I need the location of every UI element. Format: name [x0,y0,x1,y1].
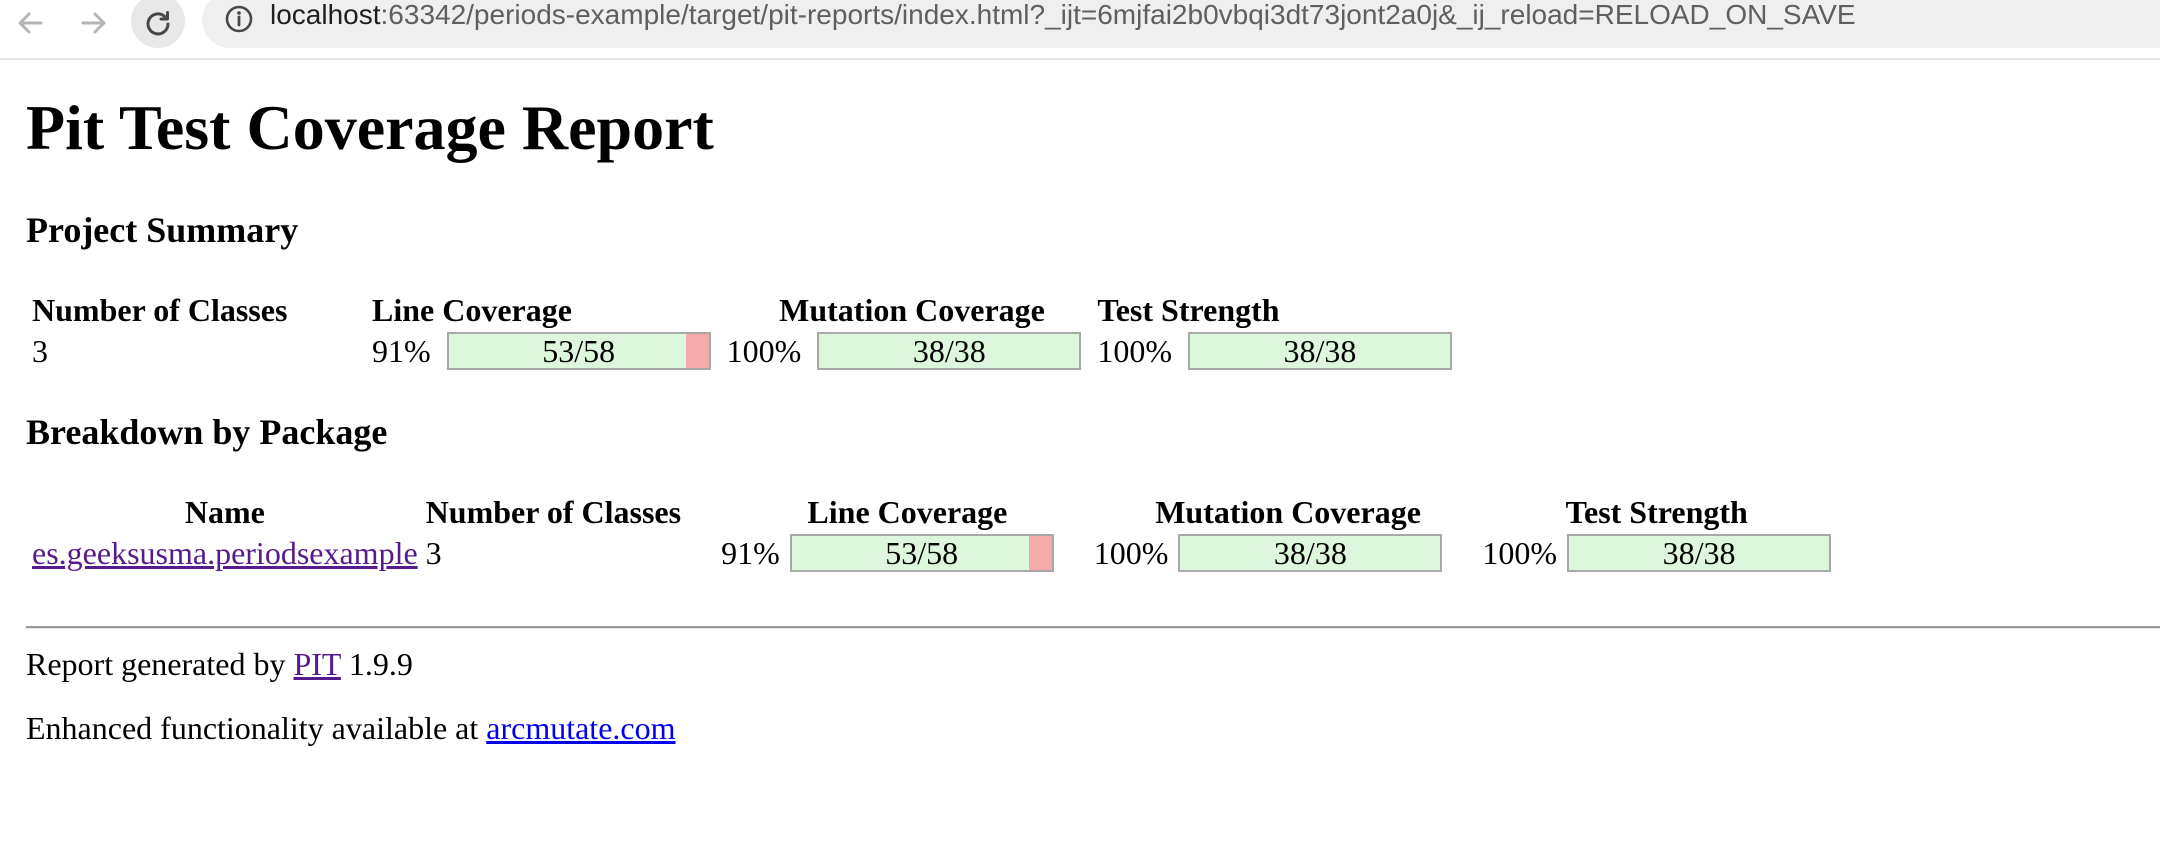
url-text[interactable]: localhost:63342/periods-example/target/p… [270,0,1856,30]
package-line-pct: 91% [721,534,780,571]
pit-link[interactable]: PIT [293,646,340,682]
header-number-of-classes: Number of Classes [425,493,682,530]
mutation-coverage-bar: 38/38 [817,332,1082,370]
project-summary-heading: Project Summary [26,210,299,250]
header-test-strength: Test Strength [1097,291,1280,328]
url-path: :63342/periods-example/target/pit-report… [380,0,1856,30]
info-icon[interactable] [224,4,254,34]
arrow-left-icon [18,12,43,34]
package-mutation-bar: 38/38 [1178,534,1482,572]
table-row: es.geeksusma.periodsexample 3 91% 53/58 … [32,534,1832,572]
url-host: localhost [270,0,381,30]
summary-strength-bar: 38/38 [1187,332,1452,370]
forward-button[interactable] [68,2,120,44]
header-mutation-coverage: Mutation Coverage [779,291,1045,328]
test-strength-bar: 38/38 [1187,332,1452,370]
summary-classes-count: 3 [32,332,48,369]
header-number-of-classes: Number of Classes [32,291,288,328]
address-bar[interactable]: localhost:63342/periods-example/target/p… [202,0,2160,48]
package-mutation-pct: 100% [1093,534,1169,571]
breakdown-table: Name Number of Classes Line Coverage Mut… [32,490,1832,572]
summary-line-bar: 53/58 [446,332,727,370]
header-line-coverage: Line Coverage [372,291,572,328]
header-test-strength: Test Strength [1565,493,1748,530]
divider [26,626,2160,629]
arrow-right-icon [81,12,106,34]
line-coverage-bar: 53/58 [446,332,711,370]
summary-row: 3 91% 53/58 100% 38/38 100% 38/38 [32,332,1452,370]
package-strength-bar: 38/38 [1567,534,1832,572]
page-title: Pit Test Coverage Report [26,92,714,163]
package-classes-count: 3 [425,534,442,571]
report-generated-line: Report generated by PIT 1.9.9 [26,648,413,680]
reload-button[interactable] [131,0,185,48]
breakdown-heading: Breakdown by Package [26,412,388,452]
project-summary-table: Number of Classes Line Coverage Mutation… [32,288,1452,370]
line-coverage-label: 53/58 [542,333,616,369]
summary-mutation-bar: 38/38 [817,332,1097,370]
header-line-coverage: Line Coverage [807,493,1008,530]
mutation-coverage-bar: 38/38 [1178,534,1443,572]
header-name: Name [184,493,265,530]
test-strength-label: 38/38 [1283,333,1357,369]
test-strength-label: 38/38 [1662,535,1736,571]
enhanced-functionality-line: Enhanced functionality available at arcm… [26,712,675,744]
generated-prefix: Report generated by [26,646,286,682]
reload-icon [146,11,170,36]
summary-line-pct: 91% [372,332,431,369]
line-coverage-bar: 53/58 [789,534,1054,572]
package-name-cell: es.geeksusma.periodsexample [32,534,418,572]
test-strength-bar: 38/38 [1567,534,1832,572]
back-button[interactable] [4,2,56,44]
pit-version: 1.9.9 [348,646,413,682]
mutation-coverage-label: 38/38 [1273,535,1347,571]
package-line-bar: 53/58 [789,534,1094,572]
header-mutation-coverage: Mutation Coverage [1155,493,1421,530]
package-strength-pct: 100% [1482,534,1558,571]
summary-mutation-pct: 100% [726,332,802,369]
enhanced-prefix: Enhanced functionality available at [26,710,479,746]
mutation-coverage-label: 38/38 [912,333,986,369]
package-link[interactable]: es.geeksusma.periodsexample [32,535,418,571]
summary-strength-pct: 100% [1097,332,1172,369]
arcmutate-link[interactable]: arcmutate.com [486,710,675,746]
browser-toolbar: localhost:63342/periods-example/target/p… [0,0,2160,60]
line-coverage-label: 53/58 [885,535,959,571]
